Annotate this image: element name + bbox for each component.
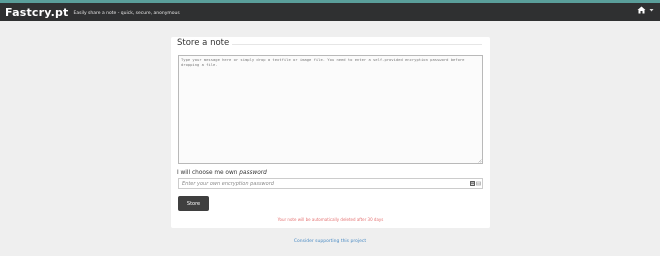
tagline: Easily share a note - quick, secure, ano… [73, 10, 180, 16]
expiration-notice: Your note will be automatically deleted … [277, 217, 384, 222]
home-menu[interactable] [637, 6, 654, 14]
resize-grip-icon[interactable] [478, 159, 482, 163]
password-label: I will choose me own password [177, 170, 267, 176]
password-label-text: I will choose me own [177, 170, 240, 176]
support-project-link[interactable]: Consider supporting this project [0, 239, 660, 244]
brand-logo[interactable]: Fastcry.pt [5, 6, 69, 19]
password-manager-icon[interactable] [470, 181, 481, 186]
password-label-emphasis: password [239, 170, 267, 176]
caret-down-icon[interactable] [649, 8, 654, 12]
store-button[interactable]: Store [178, 196, 209, 211]
navbar: Fastcry.pt Easily share a note - quick, … [0, 0, 660, 21]
form-title: Store a note [177, 38, 230, 48]
title-divider [232, 44, 482, 45]
home-icon[interactable] [637, 6, 646, 14]
note-form-card: Store a note I will choose me own passwo… [171, 37, 490, 228]
password-input[interactable] [178, 178, 483, 189]
note-textarea[interactable] [178, 55, 483, 164]
